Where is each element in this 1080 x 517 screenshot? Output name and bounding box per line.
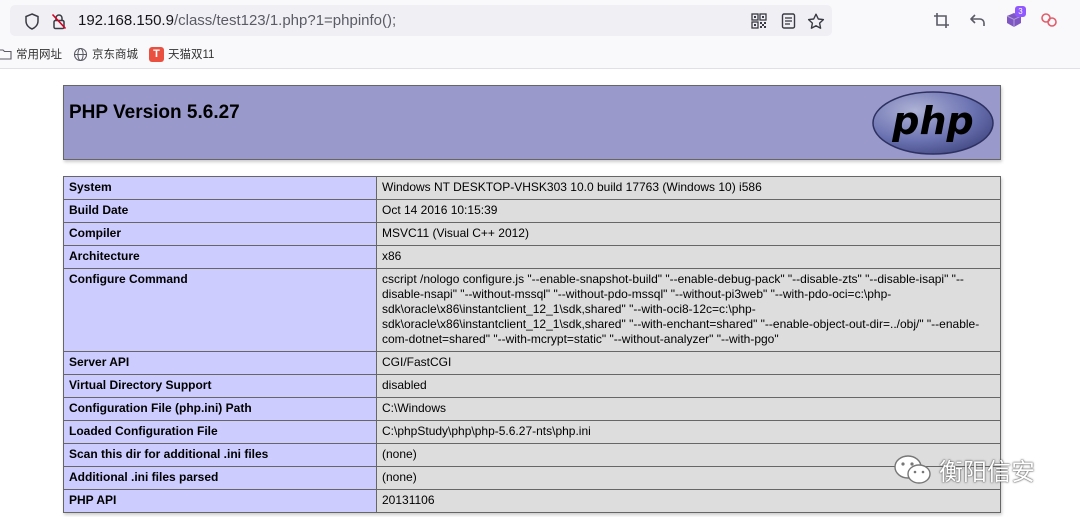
table-row: Loaded Configuration File C:\phpStudy\php… [63,420,1001,444]
php-info-table: System Windows NT DESKTOP-VHSK303 10.0 bu… [63,176,1001,513]
info-key: Architecture [63,245,377,269]
info-value: Oct 14 2016 10:15:39 [376,199,1001,223]
bookmark-item-common-sites[interactable]: 常用网址 [0,45,62,63]
link-extension-icon[interactable] [1038,9,1060,31]
table-row: Virtual Directory Support disabled [63,374,1001,398]
info-value: x86 [376,245,1001,269]
qr-code-icon[interactable] [750,12,768,30]
info-key: Scan this dir for additional .ini files [63,443,377,467]
bookmark-item-jd[interactable]: 京东商城 [73,45,138,63]
watermark-text: 衡阳信安 [939,459,1035,486]
folder-icon [0,49,12,60]
bookmark-star-icon[interactable] [807,12,825,30]
table-row: System Windows NT DESKTOP-VHSK303 10.0 bu… [63,176,1001,200]
info-key: Additional .ini files parsed [63,466,377,490]
info-value: C:\Windows [376,397,1001,421]
info-key: System [63,176,377,200]
info-key: Configure Command [63,268,377,352]
watermark: 衡阳信安 [893,452,1035,487]
info-value: 20131106 [376,489,1001,513]
url-path: /class/test123/1.php?1=phpinfo(); [173,12,397,29]
shield-icon[interactable] [23,12,41,30]
bookmark-item-tmall[interactable]: T 天猫双11 [149,45,214,63]
table-row: PHP API 20131106 [63,489,1001,513]
table-row: Architecture x86 [63,245,1001,269]
undo-arrow-icon[interactable] [966,9,988,31]
browser-toolbar: 192.168.150.9/class/test123/1.php?1=phpi… [0,0,1080,40]
globe-icon [73,47,88,61]
reader-view-icon[interactable] [779,12,797,30]
table-row: Server API CGI/FastCGI [63,351,1001,375]
url-host: 192.168.150.9 [78,12,174,29]
bookmark-label: 京东商城 [92,49,138,61]
bookmark-label: 常用网址 [16,49,62,61]
address-bar[interactable]: 192.168.150.9/class/test123/1.php?1=phpi… [10,5,832,36]
info-key: Compiler [63,222,377,246]
page-title: PHP Version 5.6.27 [69,102,240,123]
url-text[interactable]: 192.168.150.9/class/test123/1.php?1=phpi… [78,12,396,30]
info-key: Configuration File (php.ini) Path [63,397,377,421]
info-value: Windows NT DESKTOP-VHSK303 10.0 build 17… [376,176,1001,200]
bookmarks-bar: 常用网址 京东商城 T 天猫双11 [0,40,1080,69]
info-value: CGI/FastCGI [376,351,1001,375]
info-key: PHP API [63,489,377,513]
table-row: Scan this dir for additional .ini files(… [63,443,1001,467]
info-key: Virtual Directory Support [63,374,377,398]
info-key: Loaded Configuration File [63,420,377,444]
info-value: MSVC11 (Visual C++ 2012) [376,222,1001,246]
table-row: Configuration File (php.ini) Path C:\Wind… [63,397,1001,421]
bookmark-label: 天猫双11 [168,49,215,61]
php-version-header: PHP Version 5.6.27 php [63,85,1001,160]
table-row: Additional .ini files parsed (none) [63,466,1001,490]
info-value: cscript /nologo configure.js "--enable-s… [376,268,1001,352]
table-row: Compiler MSVC11 (Visual C++ 2012) [63,222,1001,246]
tmall-icon: T [149,46,164,62]
insecure-lock-icon[interactable] [50,12,68,30]
php-logo-text: php [891,99,973,143]
info-value: disabled [376,374,1001,398]
php-logo[interactable]: php [871,90,995,156]
table-row: Build Date Oct 14 2016 10:15:39 [63,199,1001,223]
info-key: Build Date [63,199,377,223]
wechat-icon [894,454,931,484]
info-value: C:\phpStudy\php\php-5.6.27-nts\php.ini [376,420,1001,444]
extension-badge: 3 [1015,6,1026,17]
table-row: Configure Command cscript /nologo configu… [63,268,1001,352]
info-key: Server API [63,351,377,375]
screenshot-crop-icon[interactable] [930,9,952,31]
